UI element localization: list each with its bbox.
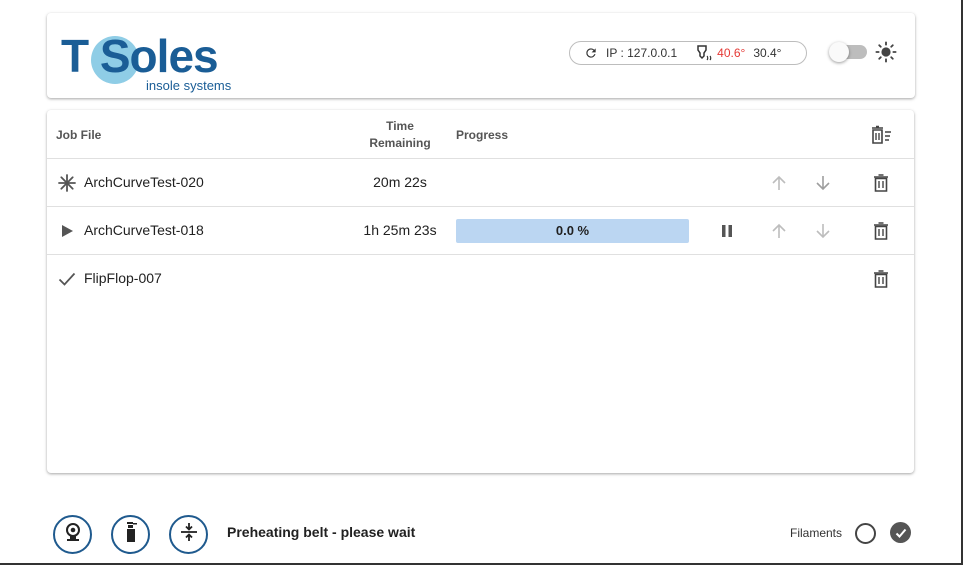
job-progress-bar: 0.0 %: [456, 219, 689, 243]
header-time-line1: Time: [386, 119, 414, 133]
header-bar: T Soles insole systems IP : 127.0.0.1 40…: [47, 13, 915, 98]
compress-icon: [179, 522, 199, 547]
refresh-icon[interactable]: [583, 45, 599, 61]
move-up-icon[interactable]: [767, 171, 791, 195]
delete-icon[interactable]: [869, 171, 893, 195]
check-icon: [57, 269, 77, 289]
asterisk-icon: [57, 173, 77, 193]
job-time-remaining: 20m 22s: [373, 174, 427, 190]
nozzle-temperature-icon: [695, 45, 713, 61]
sun-icon[interactable]: [875, 41, 897, 63]
move-down-icon[interactable]: [811, 219, 835, 243]
bed-temperature: 30.4°: [753, 46, 782, 60]
header-time-line2: Remaining: [369, 136, 431, 150]
toggle-knob: [829, 42, 849, 62]
play-icon: [57, 221, 77, 241]
move-up-icon[interactable]: [767, 219, 791, 243]
webcam-icon: [63, 522, 83, 547]
header-job-file: Job File: [56, 128, 102, 142]
theme-toggle[interactable]: [829, 42, 867, 62]
filament-check-icon[interactable]: [890, 522, 911, 543]
job-time-remaining: 1h 25m 23s: [363, 222, 437, 238]
job-name: ArchCurveTest-020: [84, 174, 204, 190]
spray-bottle-icon: [123, 521, 139, 548]
filaments-label: Filaments: [790, 526, 843, 540]
table-row[interactable]: ArchCurveTest-020 20m 22s: [47, 158, 914, 207]
job-name: FlipFlop-007: [84, 270, 162, 286]
filament-empty-circle-icon[interactable]: [855, 523, 876, 544]
webcam-button[interactable]: [53, 515, 92, 554]
clear-queue-icon[interactable]: [869, 123, 893, 147]
table-row[interactable]: ArchCurveTest-018 1h 25m 23s 0.0 %: [47, 206, 914, 255]
header-progress: Progress: [456, 128, 509, 142]
logo-text: T Soles: [61, 30, 219, 82]
tsoles-logo: T Soles insole systems: [61, 25, 251, 93]
ip-address: IP : 127.0.0.1: [606, 46, 678, 60]
delete-icon[interactable]: [869, 219, 893, 243]
job-queue-table: Job File Time Remaining Progress ArchCur…: [47, 110, 914, 473]
move-down-icon[interactable]: [811, 171, 835, 195]
status-message: Preheating belt - please wait: [227, 524, 416, 540]
pause-icon[interactable]: [715, 219, 739, 243]
header-time-remaining: Time Remaining: [365, 118, 435, 152]
clean-nozzle-button[interactable]: [111, 515, 150, 554]
delete-icon[interactable]: [869, 267, 893, 291]
printer-status-pill: IP : 127.0.0.1 40.6° 30.4°: [569, 41, 807, 65]
hotend-temperature: 40.6°: [717, 46, 746, 60]
compress-button[interactable]: [169, 515, 208, 554]
job-name: ArchCurveTest-018: [84, 222, 204, 238]
table-row[interactable]: FlipFlop-007: [47, 254, 914, 303]
logo-tagline: insole systems: [146, 78, 232, 93]
